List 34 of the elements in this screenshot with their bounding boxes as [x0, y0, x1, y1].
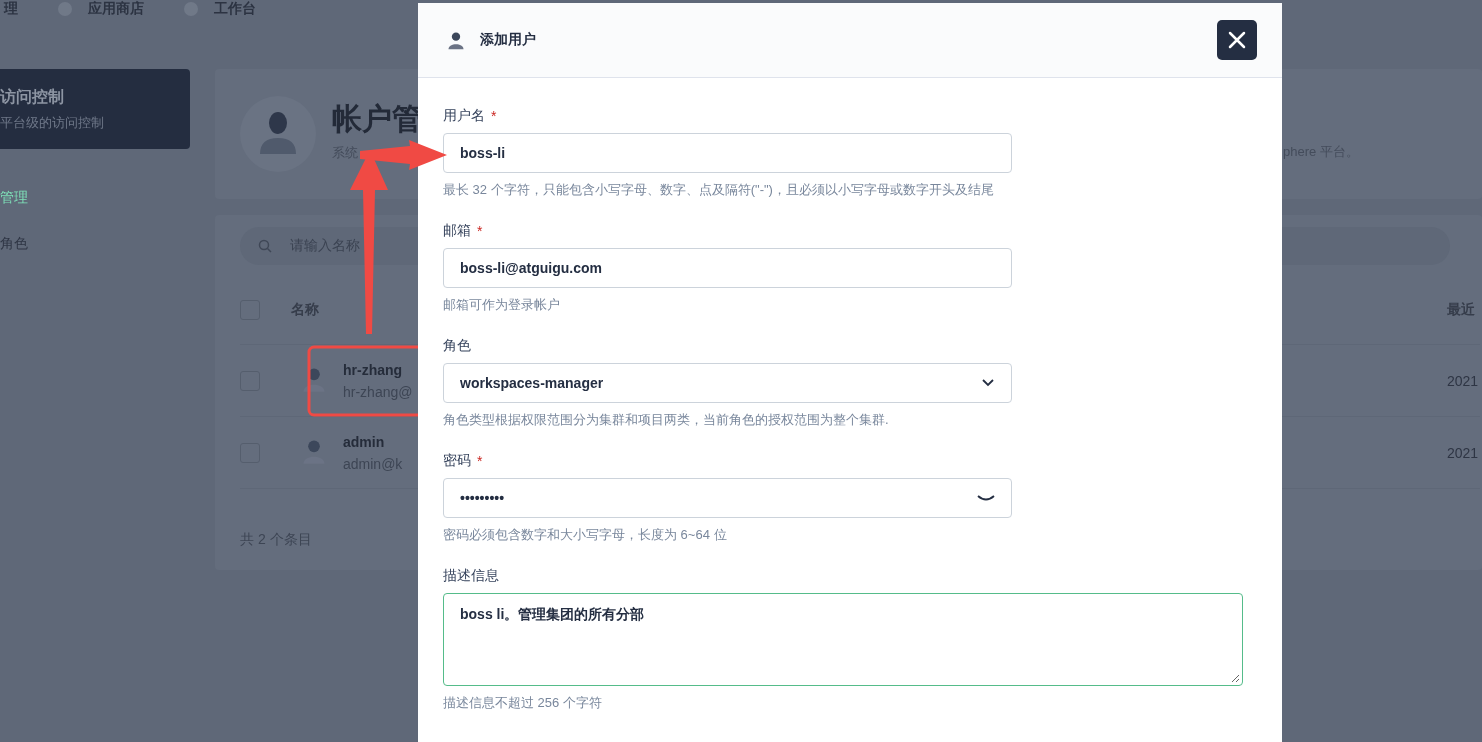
sidebar-item[interactable]: 管理 [0, 189, 28, 207]
eye-closed-icon [977, 494, 995, 502]
field-label: 角色 [443, 337, 471, 355]
user-icon [446, 30, 466, 50]
field-hint: 密码必须包含数字和大小写字母，长度为 6~64 位 [443, 526, 728, 544]
field-label: 描述信息 [443, 567, 499, 585]
input-field[interactable]: ••••••••• [443, 478, 1012, 518]
input-field[interactable]: boss-li [443, 133, 1012, 173]
close-button[interactable] [1217, 20, 1257, 60]
field-label: 邮箱 [443, 222, 471, 240]
user-name: hr-zhang [343, 361, 404, 378]
field-label: 密码 [443, 452, 471, 470]
field-hint: 最长 32 个字符，只能包含小写字母、数字、点及隔符("-")，且必须以小写字母或数字开头及结尾 [443, 181, 995, 199]
required-mark: * [491, 108, 497, 124]
field-hint: 角色类型根据权限范围分为集群和项目两类，当前角色的授权范围为整个集群. [443, 411, 890, 429]
table-cell: 2021 [1447, 372, 1479, 389]
search-icon [258, 239, 272, 253]
user-avatar-icon [240, 96, 316, 172]
required-mark: * [477, 223, 483, 239]
table-cell: 2021 [1447, 444, 1479, 461]
sidebar-subtitle: 平台级的访问控制 [0, 114, 105, 132]
field-hint: 描述信息不超过 256 个字符 [443, 694, 603, 712]
role-select[interactable]: workspaces-manager [443, 363, 1012, 403]
field-hint: 邮箱可作为登录帐户 [443, 296, 561, 314]
close-icon [1228, 31, 1246, 49]
sidebar-title: 访问控制 [0, 87, 65, 107]
resize-handle-icon[interactable] [1231, 674, 1240, 683]
field-label: 用户名 [443, 107, 485, 125]
user-name: admin [343, 433, 386, 450]
required-mark: * [477, 453, 483, 469]
input-field[interactable]: boss-li@atguigu.com [443, 248, 1012, 288]
dialog-title: 添加用户 [480, 31, 536, 49]
description-field[interactable]: boss li。管理集团的所有分部 [443, 593, 1243, 686]
chevron-down-icon [981, 378, 995, 388]
